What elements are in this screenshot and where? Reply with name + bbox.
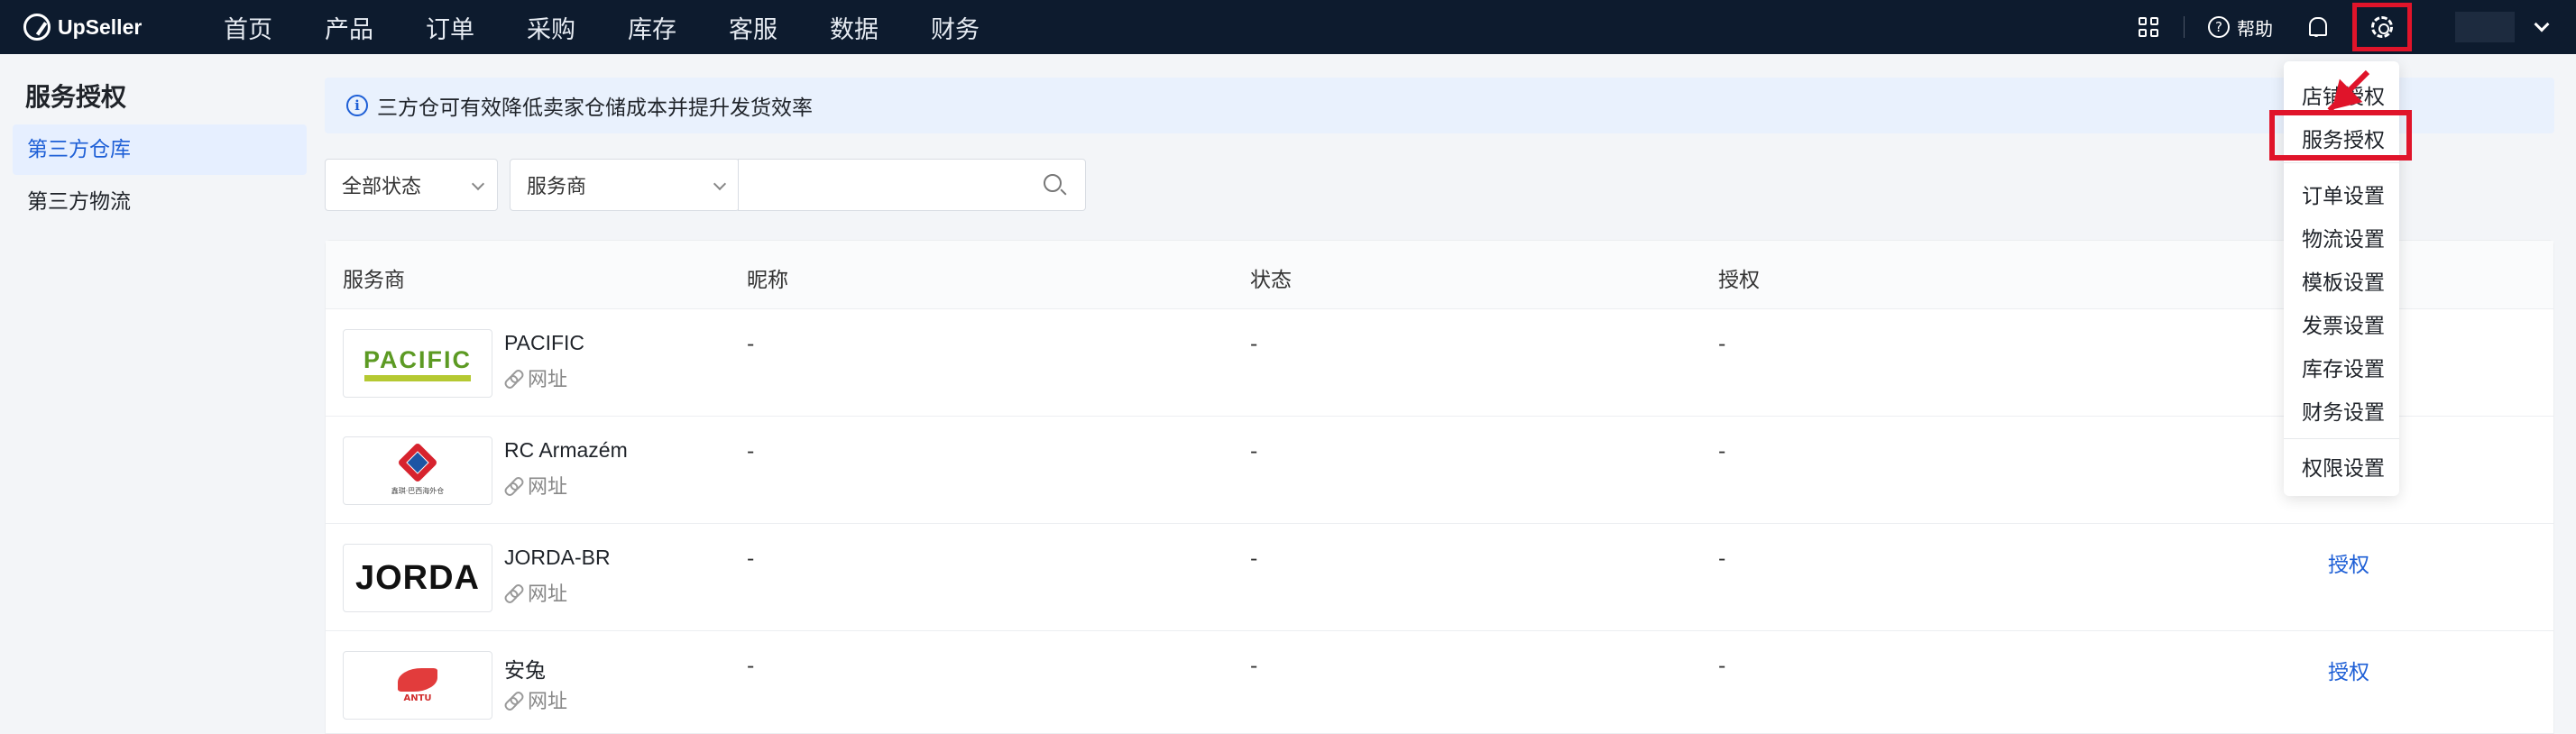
search-icon[interactable] xyxy=(1044,174,1062,192)
provider-name: RC Armazém xyxy=(504,438,628,462)
nav-item-products[interactable]: 产品 xyxy=(325,10,373,45)
provider-logo: PACIFIC xyxy=(343,329,492,398)
menu-divider xyxy=(2284,162,2399,163)
pacific-logo-stripe xyxy=(364,374,471,381)
menu-item-order-settings[interactable]: 订单设置 xyxy=(2302,179,2385,209)
menu-item-finance-settings[interactable]: 财务设置 xyxy=(2302,395,2385,426)
provider-select[interactable]: 服务商 xyxy=(510,159,740,211)
provider-name: 安兔 xyxy=(504,658,546,682)
column-header-provider: 服务商 xyxy=(343,269,405,292)
status-select[interactable]: 全部状态 xyxy=(325,159,498,211)
auth-cell: - xyxy=(1718,440,1726,463)
menu-item-permission-settings[interactable]: 权限设置 xyxy=(2302,451,2385,482)
help-label: 帮助 xyxy=(2237,17,2273,40)
link-icon xyxy=(504,692,520,708)
help-icon: ? xyxy=(2208,16,2230,38)
gear-icon xyxy=(2371,16,2393,38)
nav-item-customer-service[interactable]: 客服 xyxy=(729,10,777,45)
menu-item-invoice-settings[interactable]: 发票设置 xyxy=(2302,308,2385,339)
info-icon: i xyxy=(346,95,368,116)
provider-name: JORDA-BR xyxy=(504,546,611,569)
app-logo[interactable]: UpSeller xyxy=(23,14,186,41)
table-row: PACIFIC PACIFIC 网址 - - - xyxy=(326,309,2553,417)
provider-logo: ANTU xyxy=(343,651,492,720)
top-nav-bar: UpSeller 首页 产品 订单 采购 库存 客服 数据 财务 ? 帮助 xyxy=(0,0,2576,54)
main-nav: 首页 产品 订单 采购 库存 客服 数据 财务 xyxy=(224,10,1032,45)
info-banner: i 三方仓可有效降低卖家仓储成本并提升发货效率 xyxy=(325,78,2554,133)
chevron-down-icon xyxy=(713,177,727,191)
upseller-logo-icon xyxy=(23,14,51,41)
settings-button[interactable] xyxy=(2352,3,2412,51)
rc-armazem-logo-icon xyxy=(397,441,438,483)
provider-select-value: 服务商 xyxy=(527,176,587,198)
help-button[interactable]: ? 帮助 xyxy=(2208,14,2273,41)
topbar-divider xyxy=(2184,16,2185,38)
provider-website-label: 网址 xyxy=(528,583,568,606)
status-cell: - xyxy=(1250,333,1258,356)
pacific-logo-text: PACIFIC xyxy=(363,345,472,373)
auth-cell: - xyxy=(1718,547,1726,571)
column-header-auth: 授权 xyxy=(1718,269,1760,292)
bell-icon[interactable] xyxy=(2307,17,2327,37)
nav-item-purchase[interactable]: 采购 xyxy=(527,10,575,45)
menu-item-inventory-settings[interactable]: 库存设置 xyxy=(2302,352,2385,382)
table-row: JORDA JORDA-BR 网址 - - - 授权 xyxy=(326,524,2553,631)
chevron-down-icon[interactable] xyxy=(2534,16,2550,32)
link-icon xyxy=(504,370,520,386)
link-icon xyxy=(504,477,520,493)
provider-website-label: 网址 xyxy=(528,691,568,713)
chevron-down-icon xyxy=(471,177,485,191)
authorize-button[interactable]: 授权 xyxy=(2328,547,2369,578)
nav-item-inventory[interactable]: 库存 xyxy=(628,10,676,45)
menu-item-logistics-settings[interactable]: 物流设置 xyxy=(2302,222,2385,252)
status-select-value: 全部状态 xyxy=(342,176,422,198)
menu-item-template-settings[interactable]: 模板设置 xyxy=(2302,265,2385,296)
table-row: 鑫琪·巴西海外仓 RC Armazém 网址 - - - xyxy=(326,417,2553,524)
search-input[interactable] xyxy=(738,159,1086,211)
provider-website-link[interactable]: 网址 xyxy=(504,363,567,392)
antu-logo-text: ANTU xyxy=(403,693,432,703)
column-header-nickname: 昵称 xyxy=(747,269,788,292)
auth-cell: - xyxy=(1718,333,1726,356)
provider-website-link[interactable]: 网址 xyxy=(504,685,567,714)
sidebar-item-third-party-logistics[interactable]: 第三方物流 xyxy=(13,177,307,227)
top-right-actions: ? 帮助 xyxy=(2139,0,2576,54)
authorize-button[interactable]: 授权 xyxy=(2328,655,2369,685)
rc-armazem-logo-text: 鑫琪·巴西海外仓 xyxy=(391,486,445,495)
provider-name: PACIFIC xyxy=(504,331,585,354)
provider-table: 服务商 昵称 状态 授权 PACIFIC PACIFIC 网址 - - - 鑫琪… xyxy=(325,240,2554,734)
apps-grid-icon[interactable] xyxy=(2139,17,2158,37)
sidebar-item-third-party-warehouse[interactable]: 第三方仓库 xyxy=(13,124,307,175)
sidebar-title: 服务授权 xyxy=(25,82,127,112)
nav-item-orders[interactable]: 订单 xyxy=(426,10,474,45)
jorda-logo-text: JORDA xyxy=(354,558,481,597)
nickname-cell: - xyxy=(747,655,755,678)
provider-website-label: 网址 xyxy=(528,476,568,499)
nickname-cell: - xyxy=(747,547,755,571)
column-header-status: 状态 xyxy=(1250,269,1292,292)
provider-website-label: 网址 xyxy=(528,369,568,391)
antu-rabbit-logo-icon xyxy=(398,667,437,692)
nav-item-finance[interactable]: 财务 xyxy=(931,10,980,45)
provider-logo: 鑫琪·巴西海外仓 xyxy=(343,436,492,505)
provider-logo: JORDA xyxy=(343,544,492,612)
provider-website-link[interactable]: 网址 xyxy=(504,578,567,607)
provider-website-link[interactable]: 网址 xyxy=(504,471,567,500)
sidebar: 服务授权 第三方仓库 第三方物流 xyxy=(0,54,316,734)
menu-divider xyxy=(2284,438,2399,439)
app-logo-text: UpSeller xyxy=(58,14,143,39)
nickname-cell: - xyxy=(747,333,755,356)
status-cell: - xyxy=(1250,547,1258,571)
nav-item-data[interactable]: 数据 xyxy=(830,10,879,45)
table-header: 服务商 昵称 状态 授权 xyxy=(326,241,2553,309)
nav-item-home[interactable]: 首页 xyxy=(224,10,272,45)
user-avatar[interactable] xyxy=(2455,12,2515,42)
nickname-cell: - xyxy=(747,440,755,463)
table-row: ANTU 安兔 网址 - - - 授权 xyxy=(326,631,2553,734)
link-icon xyxy=(504,584,520,601)
status-cell: - xyxy=(1250,440,1258,463)
status-cell: - xyxy=(1250,655,1258,678)
auth-cell: - xyxy=(1718,655,1726,678)
banner-text: 三方仓可有效降低卖家仓储成本并提升发货效率 xyxy=(377,96,813,120)
